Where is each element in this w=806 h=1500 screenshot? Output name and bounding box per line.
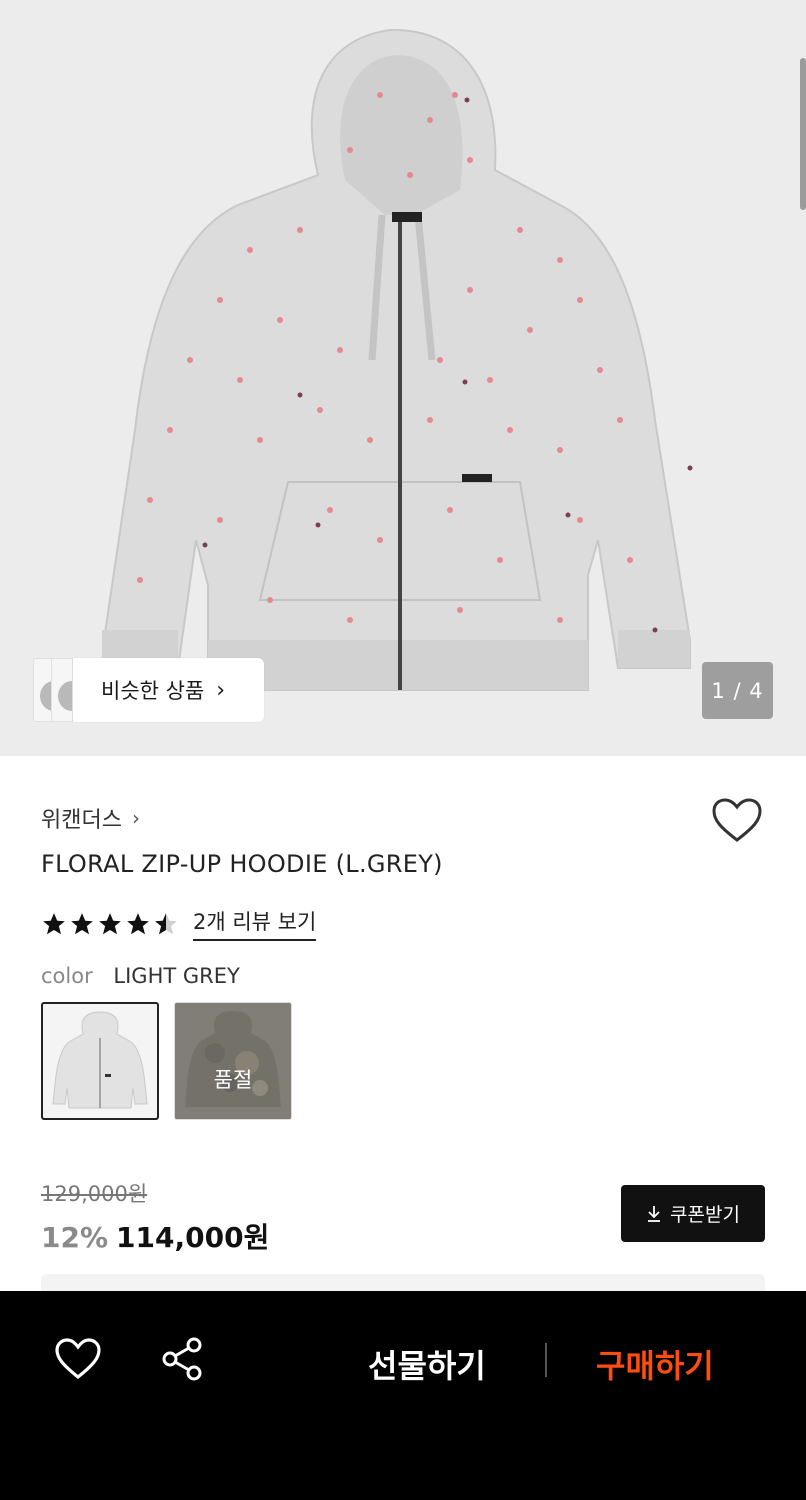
similar-products-button[interactable]: 비슷한 상품 ›: [33, 658, 264, 722]
color-swatch-camo[interactable]: 품절: [174, 1002, 292, 1120]
star-icon: [71, 912, 93, 934]
coupon-label: 쿠폰받기: [670, 1204, 740, 1226]
coupon-button[interactable]: 쿠폰받기: [621, 1185, 765, 1242]
gift-button[interactable]: 선물하기: [368, 1341, 486, 1387]
chevron-right-icon: ›: [216, 677, 226, 703]
similar-thumbnail: [51, 658, 73, 722]
brand-link[interactable]: 위캔더스 ›: [41, 802, 140, 834]
sale-price-row: 12% 114,000원: [41, 1216, 269, 1256]
similar-thumbnails: [33, 658, 77, 722]
star-icon: [99, 912, 121, 934]
sold-out-overlay: 품절: [175, 1003, 291, 1119]
color-value: LIGHT GREY: [113, 964, 240, 988]
brand-name: 위캔더스: [41, 808, 122, 833]
sale-price: 114,000원: [116, 1221, 270, 1254]
share-icon: [162, 1337, 202, 1381]
rating-row: 2개 리뷰 보기: [41, 906, 317, 941]
color-label: color: [41, 964, 93, 988]
chevron-right-icon: ›: [131, 806, 140, 830]
hoodie-thumbnail: [52, 1011, 148, 1109]
wishlist-button[interactable]: [710, 796, 764, 846]
bottom-action-bar: 선물하기 구매하기: [0, 1291, 806, 1500]
product-info: 위캔더스 › FLORAL ZIP-UP HOODIE (L.GREY) 2개 …: [0, 756, 806, 1316]
hoodie-image: [100, 28, 693, 691]
buy-button[interactable]: 구매하기: [596, 1341, 714, 1387]
similar-products-pill[interactable]: 비슷한 상품 ›: [73, 658, 264, 722]
download-icon: [648, 1205, 661, 1222]
star-rating: [41, 911, 179, 937]
image-counter: 1 / 4: [702, 662, 773, 719]
color-row: color LIGHT GREY: [41, 964, 240, 988]
share-button[interactable]: [160, 1337, 206, 1381]
similar-products-label: 비슷한 상품: [101, 679, 205, 703]
gallery-scrollbar[interactable]: [800, 58, 806, 210]
divider: [545, 1343, 547, 1377]
half-star-icon: [155, 912, 177, 934]
heart-icon: [712, 798, 762, 842]
original-price: 129,000원: [41, 1182, 148, 1206]
product-image-gallery[interactable]: 비슷한 상품 › 1 / 4: [0, 0, 806, 756]
heart-icon: [55, 1338, 101, 1380]
bottom-wishlist-button[interactable]: [54, 1337, 102, 1381]
star-icon: [43, 912, 65, 934]
color-swatch-light-grey[interactable]: [41, 1002, 159, 1120]
product-name: FLORAL ZIP-UP HOODIE (L.GREY): [41, 850, 443, 878]
review-link[interactable]: 2개 리뷰 보기: [193, 906, 317, 941]
discount-rate: 12%: [41, 1221, 109, 1254]
star-icon: [127, 912, 149, 934]
